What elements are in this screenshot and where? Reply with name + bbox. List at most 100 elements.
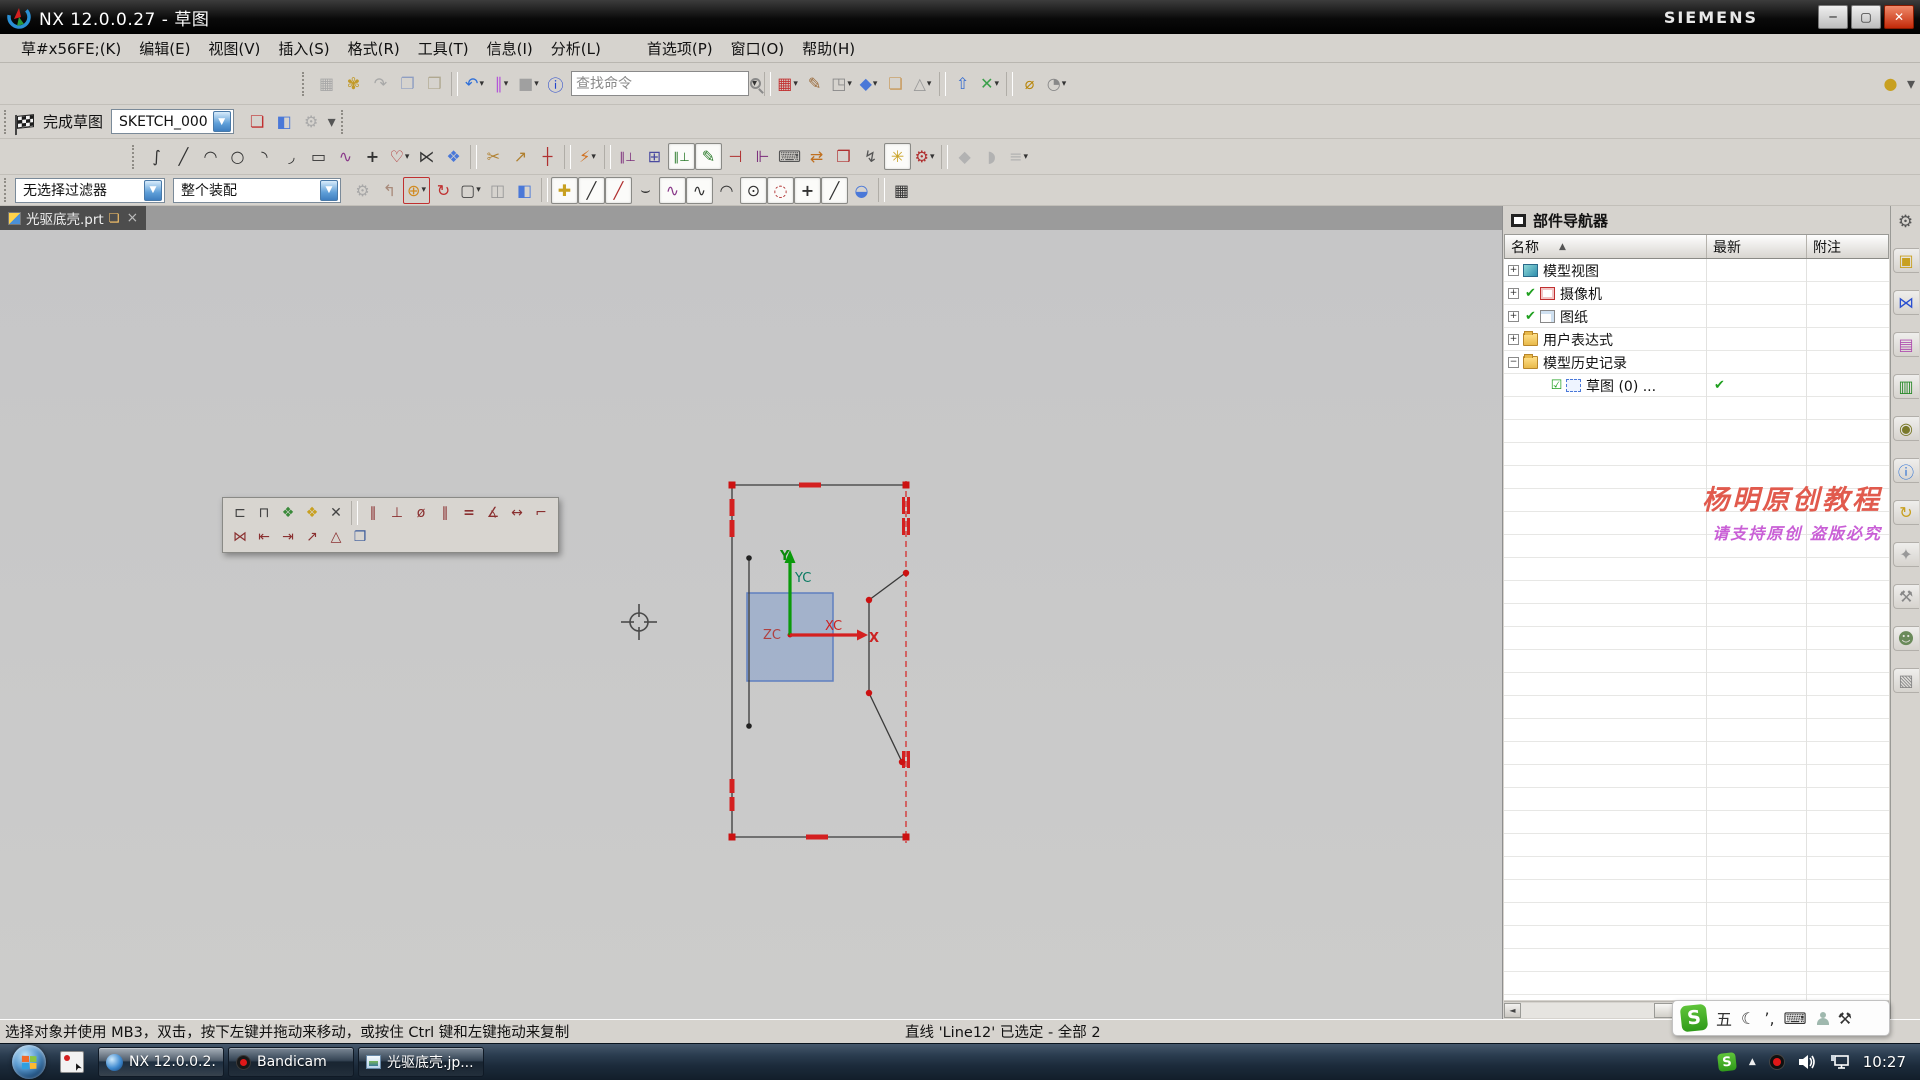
lasso-select-icon[interactable]: ▢▾ — [457, 177, 484, 204]
bandicam-tray-icon[interactable] — [1769, 1054, 1785, 1070]
roles-sphere-icon[interactable]: ● — [1877, 70, 1904, 97]
menu-help[interactable]: 帮助(H) — [793, 35, 864, 62]
manufacturing-wizard-tab[interactable]: ⚒ — [1893, 584, 1919, 609]
search-input[interactable] — [576, 76, 750, 92]
selection-filter-combo[interactable]: 无选择过滤器 ▼ — [15, 178, 165, 203]
menu-edit[interactable]: 编辑(E) — [130, 35, 199, 62]
web-browser-tab[interactable]: ⓘ — [1893, 458, 1919, 483]
redo-icon[interactable]: ↷ — [367, 70, 394, 97]
snap-existing-point-icon[interactable]: + — [794, 177, 821, 204]
ime-toolbar[interactable]: S 五 ☾ ’, ⌨ ⚒ — [1672, 1000, 1890, 1036]
tab-close-icon[interactable]: × — [126, 210, 138, 226]
circle-icon[interactable]: ○ — [224, 143, 251, 170]
delete-icon[interactable]: ✕ — [324, 501, 348, 525]
revolve-disabled-icon[interactable]: ◗ — [978, 143, 1005, 170]
paste-icon[interactable]: ❒ — [421, 70, 448, 97]
constraint-navigator-tab[interactable]: ⋈ — [1893, 290, 1919, 315]
ime-halfwidth-icon[interactable]: ☾ — [1741, 1009, 1755, 1028]
constraint-tools-icon[interactable]: ⊩ — [749, 143, 776, 170]
sogou-logo-icon[interactable]: S — [1680, 1004, 1709, 1033]
offset-curve-icon[interactable]: ♡▾ — [386, 143, 413, 170]
rapid-dimension-icon[interactable]: ⚡▾ — [574, 143, 601, 170]
graphics-canvas[interactable]: Y YC ZC XC X — [0, 230, 1502, 1019]
filter-plus-icon[interactable]: ⊕▾ — [403, 177, 430, 204]
column-name[interactable]: 名称 ▲ — [1505, 235, 1707, 258]
snap-point-icon[interactable]: ✚ — [551, 177, 578, 204]
analysis-icon[interactable]: ◔▾ — [1043, 70, 1070, 97]
menu-format[interactable]: 格式(R) — [339, 35, 409, 62]
arc-icon[interactable]: ◠ — [197, 143, 224, 170]
intersection-curve-icon[interactable]: ⋉ — [413, 143, 440, 170]
sketch-name-combo[interactable]: SKETCH_000 ▼ — [111, 109, 234, 134]
process-studio-tab[interactable]: ✦ — [1893, 542, 1919, 567]
copy-icon[interactable]: ❐ — [394, 70, 421, 97]
display-sketch-constraints-icon[interactable]: ∥⊥ — [668, 143, 695, 170]
minimize-button[interactable]: ─ — [1818, 5, 1848, 29]
combo-caret-icon[interactable]: ▼ — [320, 180, 338, 201]
flower-pattern-icon[interactable]: ✾ — [340, 70, 367, 97]
dim-angle-icon[interactable]: △ — [324, 525, 348, 549]
stroke-lines-icon[interactable]: ∥▾ — [488, 70, 515, 97]
expander-icon[interactable]: + — [1508, 334, 1519, 345]
taskbar-clock[interactable]: 10:27 — [1863, 1053, 1906, 1071]
color-swatch-icon[interactable]: ■▾ — [515, 70, 542, 97]
sketch-pencil-icon[interactable]: ✎ — [801, 70, 828, 97]
ime-skin-icon[interactable] — [1816, 1012, 1829, 1025]
extrude-icon[interactable]: ◆▾ — [855, 70, 882, 97]
show-hidden-icons[interactable]: ▲ — [1749, 1057, 1756, 1067]
sogou-tray-icon[interactable]: S — [1717, 1052, 1737, 1072]
nav-row-model-history[interactable]: − 模型历史记录 — [1504, 351, 1889, 374]
nav-row-model-views[interactable]: + 模型视图 — [1504, 259, 1889, 282]
selection-scope-combo[interactable]: 整个装配 ▼ — [173, 178, 341, 203]
menu-preferences[interactable]: 首选项(P) — [638, 35, 722, 62]
boolean-icon[interactable]: ✕▾ — [976, 70, 1003, 97]
snap-point-on-face-icon[interactable]: ◒ — [848, 177, 875, 204]
close-button[interactable]: ✕ — [1884, 5, 1914, 29]
taskbar-button-image[interactable]: 光驱底壳.jp... — [358, 1047, 484, 1077]
rectangle-icon[interactable]: ▭ — [305, 143, 332, 170]
extrude-disabled-icon[interactable]: ◆ — [951, 143, 978, 170]
grid-snap-icon[interactable]: ▦ — [888, 177, 915, 204]
geometric-constraints-icon[interactable]: ∥⊥ — [614, 143, 641, 170]
column-latest[interactable]: 最新 — [1707, 235, 1807, 258]
hd3d-tools-tab[interactable]: ◉ — [1893, 416, 1919, 441]
dim-height-icon[interactable]: ⇥ — [276, 525, 300, 549]
assembly-navigator-tab[interactable]: ▣ — [1893, 248, 1919, 273]
command-finder[interactable] — [571, 71, 749, 96]
expander-icon[interactable]: + — [1508, 311, 1519, 322]
style-wand-icon[interactable]: ❖ — [300, 501, 324, 525]
window-style-icon[interactable]: ▦▾ — [774, 70, 801, 97]
solid-cube-icon[interactable]: ◧ — [511, 177, 538, 204]
show-remove-constraints-icon[interactable]: ⊣ — [722, 143, 749, 170]
taskbar-button-bandicam[interactable]: Bandicam — [228, 1047, 354, 1077]
datum-plane-icon[interactable]: ◳▾ — [828, 70, 855, 97]
sketch-settings-icon[interactable]: ⚙ — [298, 108, 325, 135]
nav-row-drawing[interactable]: + ✔ 图纸 — [1504, 305, 1889, 328]
orient-to-sketch-icon[interactable]: ◧ — [271, 108, 298, 135]
maximize-button[interactable]: ▢ — [1851, 5, 1881, 29]
measure-icon[interactable]: ⌀ — [1016, 70, 1043, 97]
volume-icon[interactable] — [1798, 1054, 1817, 1070]
quick-extend-icon[interactable]: ↗ — [507, 143, 534, 170]
make-corner-icon[interactable]: ┼ — [534, 143, 561, 170]
combo-caret-icon[interactable]: ▼ — [144, 180, 162, 201]
rotate-point-icon[interactable]: ↻ — [430, 177, 457, 204]
combo-caret-icon[interactable]: ▼ — [213, 111, 231, 132]
quick-trim-icon[interactable]: ✂ — [480, 143, 507, 170]
menu-view[interactable]: 视图(V) — [199, 35, 269, 62]
tangent-constraint-icon[interactable]: ø — [409, 501, 433, 525]
roles-tab[interactable]: ☻ — [1893, 626, 1919, 651]
line-icon[interactable]: ╱ — [170, 143, 197, 170]
snap-point-on-curve-icon[interactable]: ╱ — [821, 177, 848, 204]
undo-icon[interactable]: ↶▾ — [461, 70, 488, 97]
snap-spline-point-icon[interactable]: ∿ — [659, 177, 686, 204]
feature-list-disabled-icon[interactable]: ≡▾ — [1005, 143, 1032, 170]
equal-length-constraint-icon[interactable]: = — [457, 501, 481, 525]
menu-sketch[interactable]: 草#x56FE;(K) — [12, 35, 130, 62]
chamfer-icon[interactable]: ◞ — [278, 143, 305, 170]
check-icon[interactable]: ✔ — [1523, 309, 1538, 324]
nav-row-user-expressions[interactable]: + 用户表达式 — [1504, 328, 1889, 351]
auto-constrain-icon[interactable]: ✎ — [695, 143, 722, 170]
reuse-library-tab[interactable]: ▥ — [1893, 374, 1919, 399]
relations-browser-icon[interactable]: ↯ — [857, 143, 884, 170]
